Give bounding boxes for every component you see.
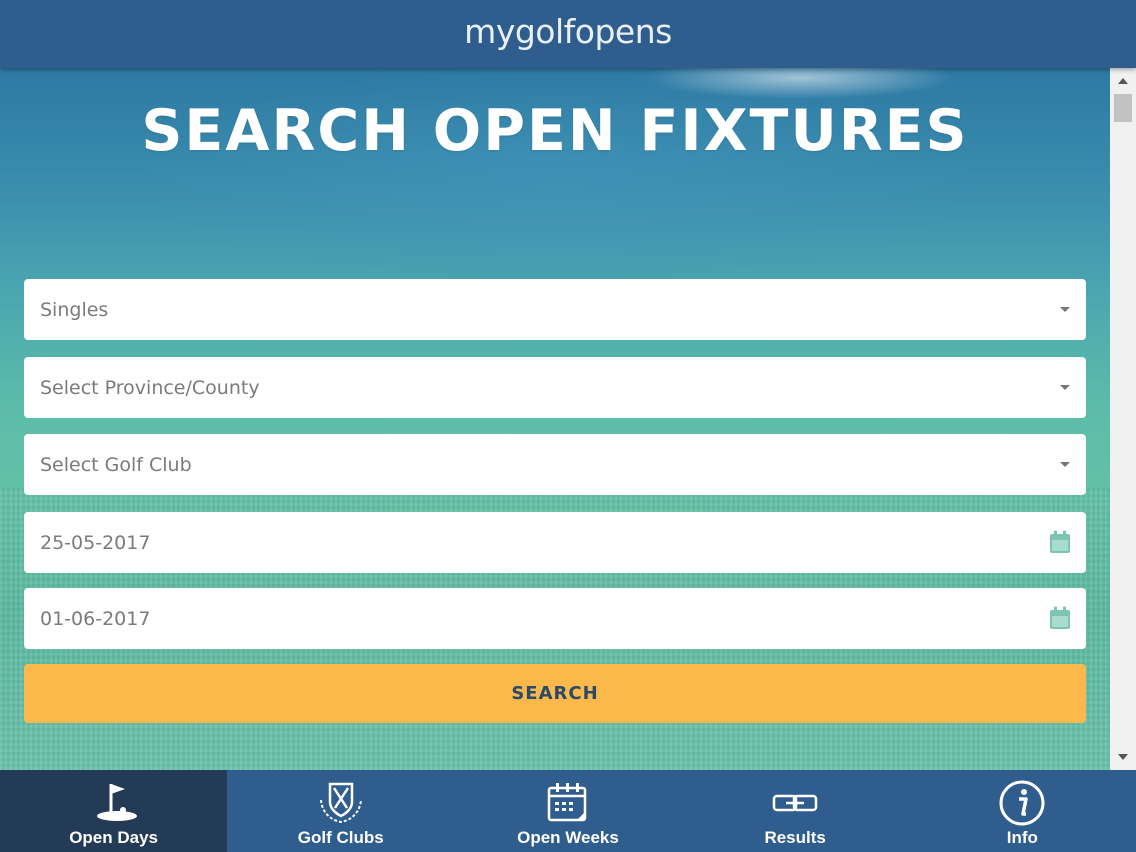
nav-item-info[interactable]: Info (909, 770, 1136, 852)
nav-label-results: Results (764, 828, 826, 847)
bottom-nav: Open Days Golf Clubs Open Weeks Results … (0, 770, 1136, 852)
nav-label-open-weeks: Open Weeks (517, 828, 619, 847)
nav-item-open-days[interactable]: Open Days (0, 770, 228, 852)
golf-club-select[interactable]: Select Golf Club (24, 434, 1086, 495)
date-from-value: 25-05-2017 (40, 531, 151, 554)
flag-icon (96, 784, 137, 821)
info-icon (999, 780, 1045, 826)
app-header: mygolfopens (0, 0, 1136, 68)
scrollbar[interactable] (1110, 68, 1136, 770)
scroll-up-arrow-icon[interactable] (1118, 78, 1128, 84)
province-value: Select Province/County (40, 376, 260, 399)
club-crest-icon (319, 782, 362, 824)
province-select[interactable]: Select Province/County (24, 357, 1086, 418)
nav-item-golf-clubs[interactable]: Golf Clubs (227, 770, 454, 852)
nav-item-results[interactable]: Results (682, 770, 909, 852)
date-to-value: 01-06-2017 (40, 607, 151, 630)
calendar-icon[interactable] (1049, 530, 1071, 554)
fixture-type-select[interactable]: Singles (24, 279, 1086, 340)
search-button[interactable]: SEARCH (24, 664, 1086, 723)
nav-label-info: Info (1006, 828, 1038, 847)
calendar-icon (547, 783, 587, 822)
chevron-down-icon (1060, 307, 1070, 312)
calendar-icon[interactable] (1049, 606, 1071, 630)
scrollbar-thumb[interactable] (1114, 94, 1132, 122)
fixture-type-value: Singles (40, 298, 109, 321)
nav-label-golf-clubs: Golf Clubs (297, 828, 384, 847)
golf-club-value: Select Golf Club (40, 453, 192, 476)
date-from-input[interactable]: 25-05-2017 (24, 512, 1086, 573)
chevron-down-icon (1060, 385, 1070, 390)
nav-item-open-weeks[interactable]: Open Weeks (454, 770, 681, 852)
page-title: SEARCH OPEN FIXTURES (141, 98, 969, 164)
scroll-down-arrow-icon[interactable] (1118, 754, 1128, 760)
brand-logo: mygolfopens (464, 11, 672, 51)
date-to-input[interactable]: 01-06-2017 (24, 588, 1086, 649)
link-icon (772, 794, 818, 812)
chevron-down-icon (1060, 462, 1070, 467)
nav-label-open-days: Open Days (69, 828, 158, 847)
